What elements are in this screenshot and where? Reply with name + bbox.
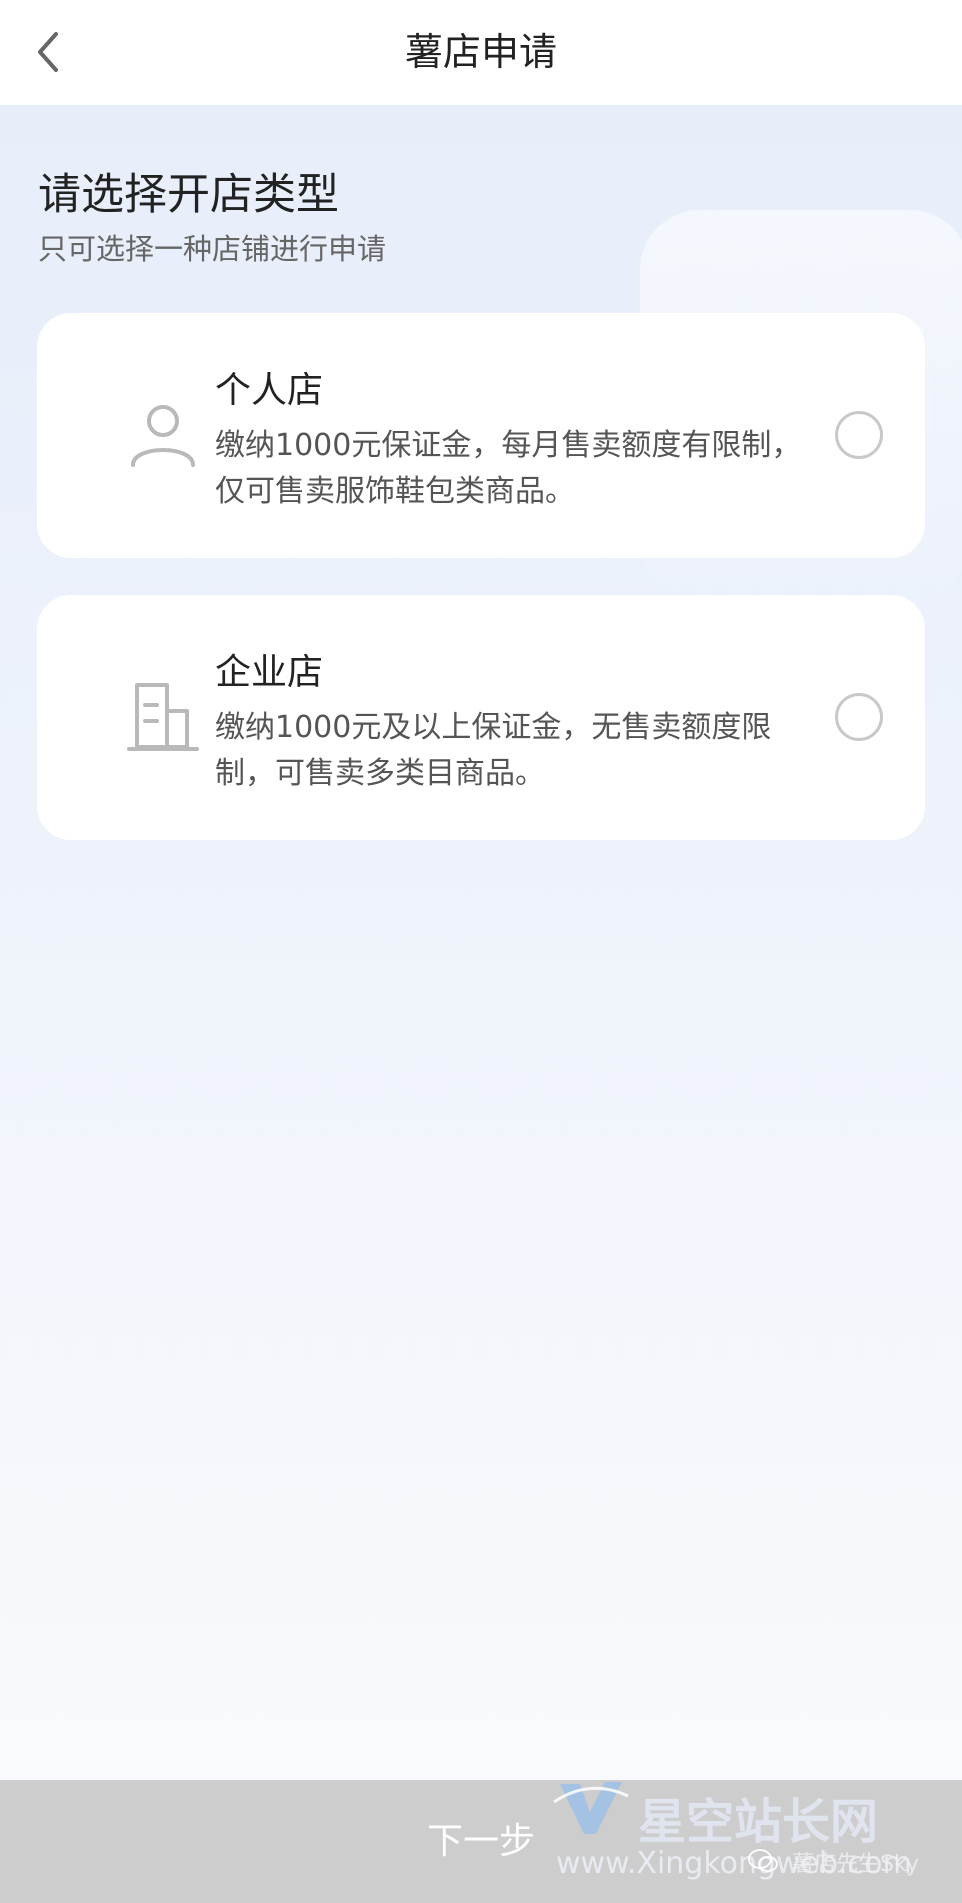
option-title: 企业店 <box>215 652 324 693</box>
section-subheading: 只可选择一种店铺进行申请 <box>38 232 387 266</box>
section-heading: 请选择开店类型 <box>38 170 339 220</box>
option-card-personal[interactable]: 个人店 缴纳1000元保证金，每月售卖额度有限制，仅可售卖服饰鞋包类商品。 <box>37 313 925 558</box>
watermark-logo-icon <box>550 1772 630 1842</box>
option-description: 缴纳1000元保证金，每月售卖额度有限制，仅可售卖服饰鞋包类商品。 <box>215 428 802 509</box>
option-description: 缴纳1000元及以上保证金，无售卖额度限制，可售卖多类目商品。 <box>215 710 772 791</box>
page-title: 薯店申请 <box>404 30 557 74</box>
radio-button-enterprise[interactable] <box>835 693 883 741</box>
radio-button-personal[interactable] <box>835 411 883 459</box>
watermark-site-name: 星空站长网 <box>638 1794 879 1850</box>
wechat-icon <box>748 1848 778 1874</box>
option-card-enterprise[interactable]: 企业店 缴纳1000元及以上保证金，无售卖额度限制，可售卖多类目商品。 <box>37 595 925 840</box>
nav-bar: 薯店申请 <box>0 0 962 105</box>
person-icon <box>125 397 201 473</box>
option-title: 个人店 <box>215 370 324 411</box>
building-icon <box>125 679 201 755</box>
watermark-account: 薯店先生Sky <box>792 1852 919 1877</box>
